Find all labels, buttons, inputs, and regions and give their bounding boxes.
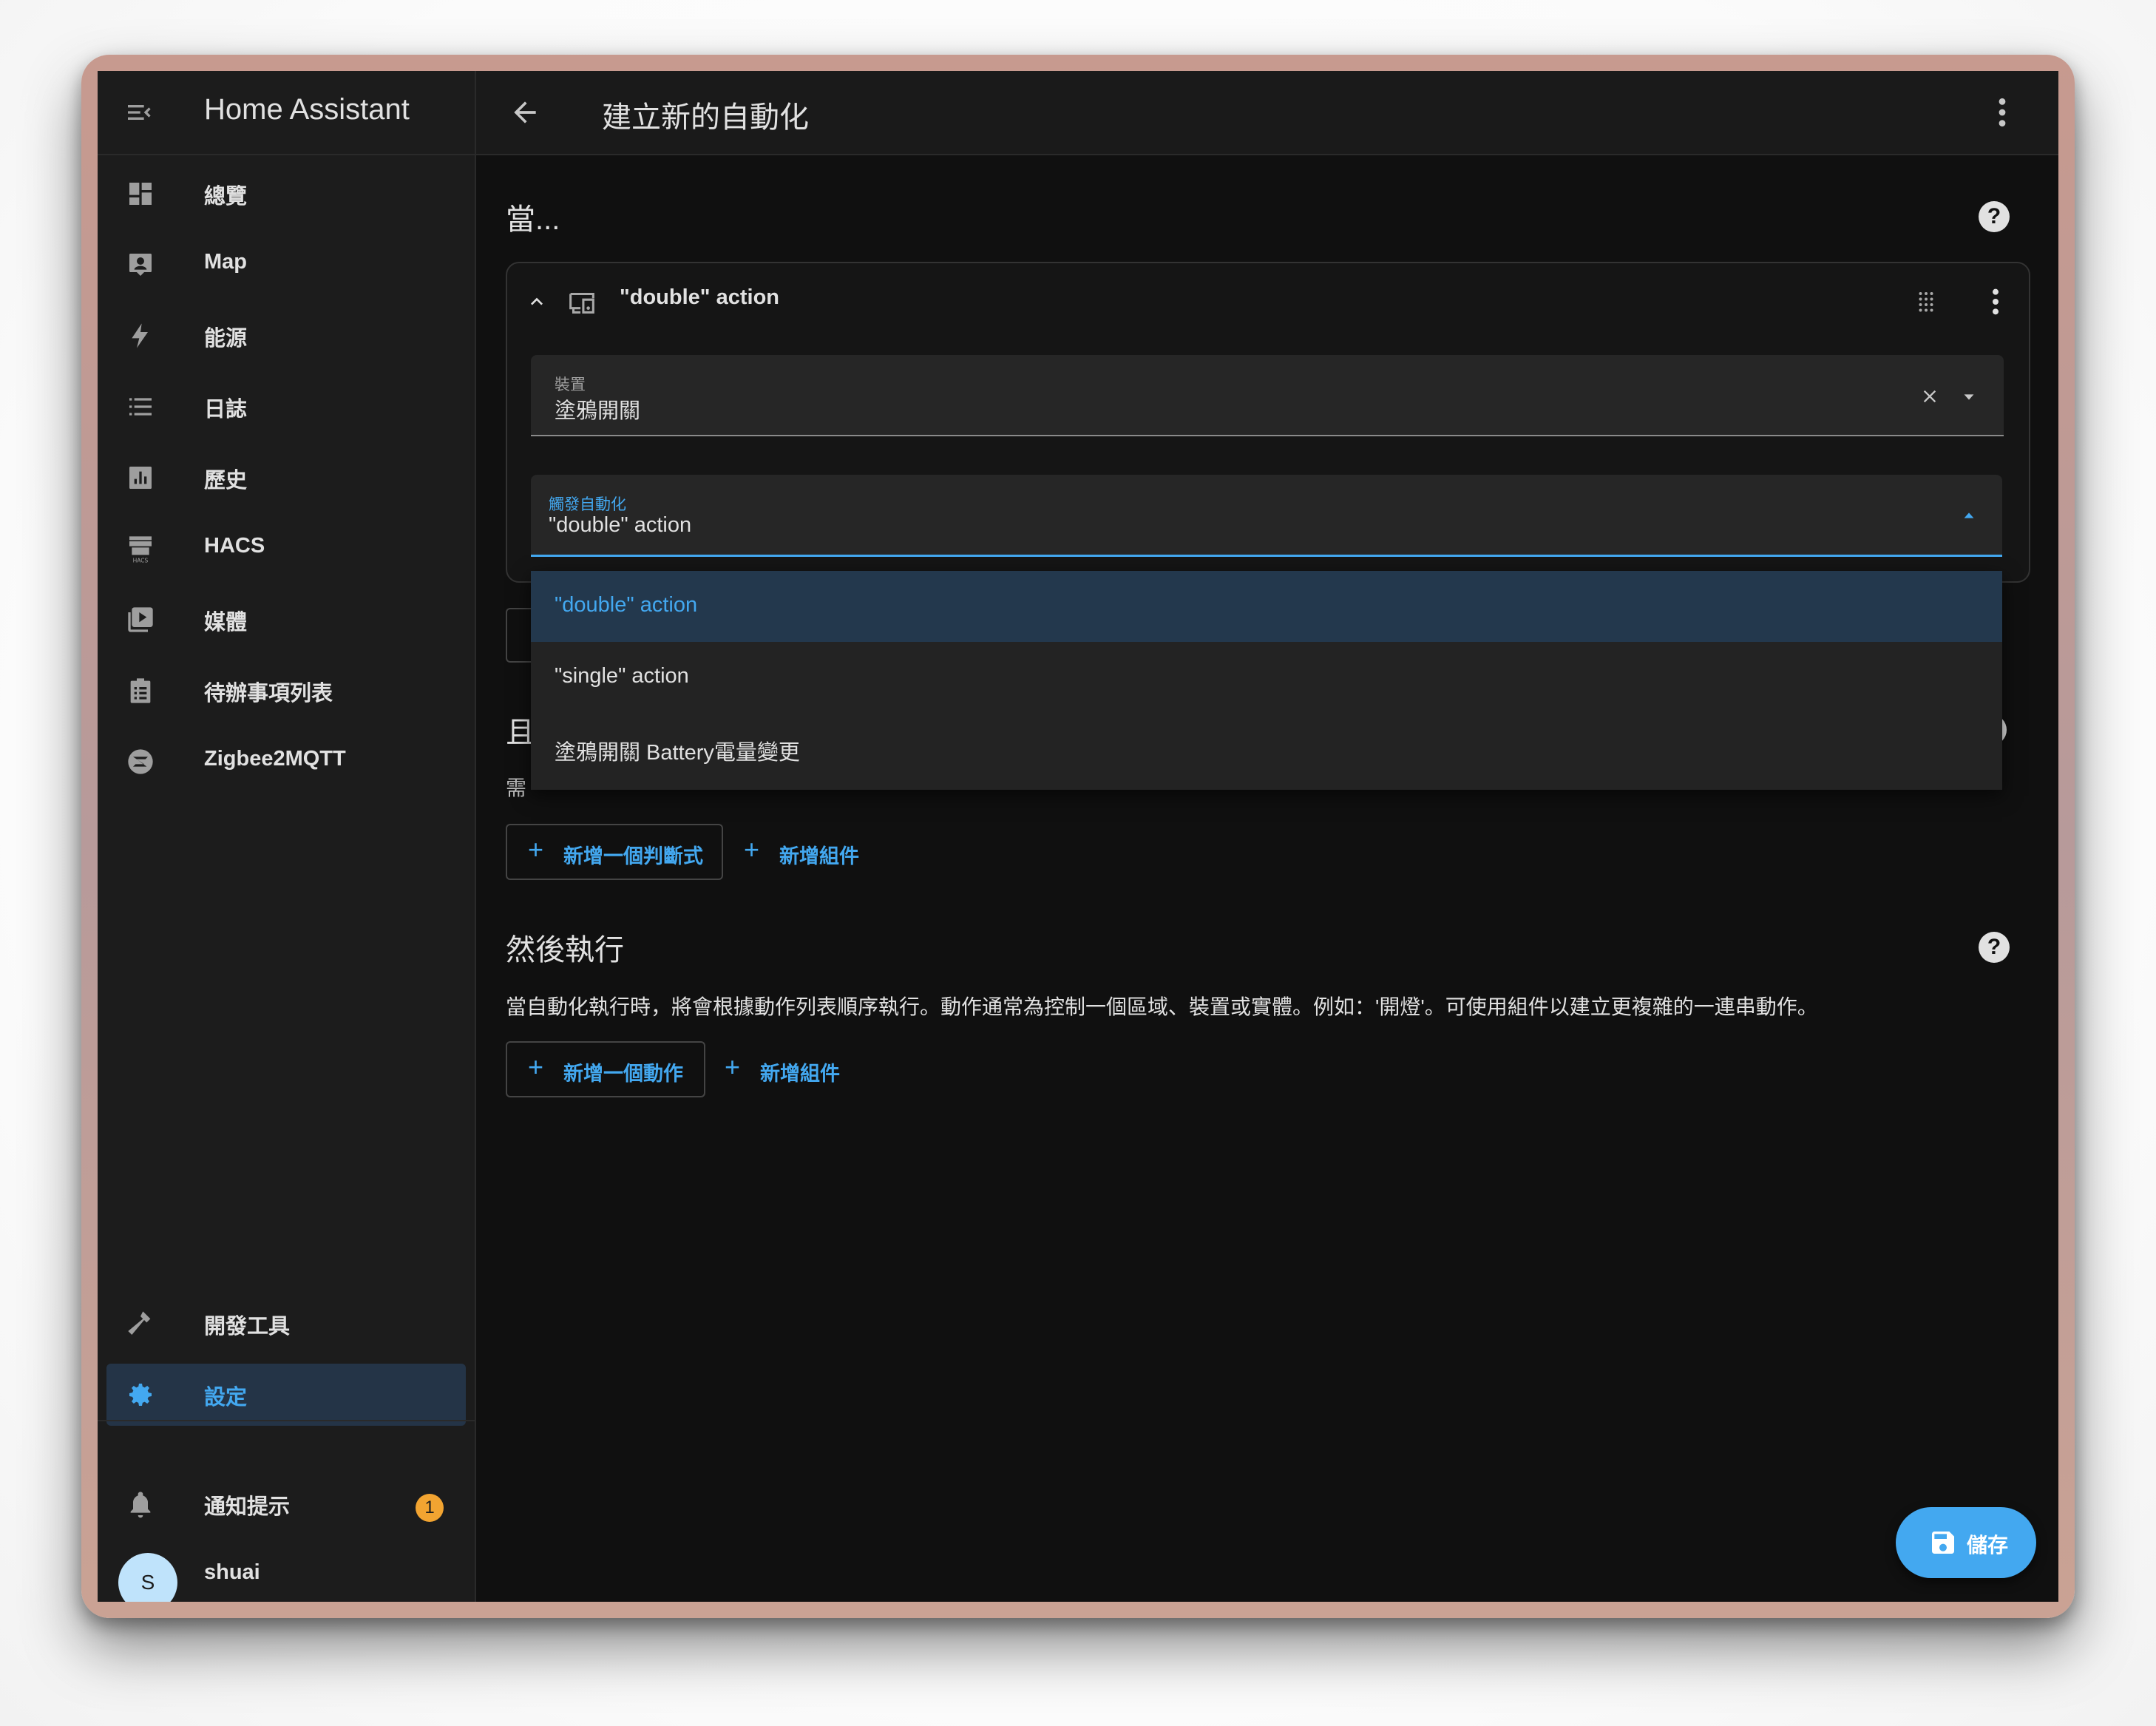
device-select-value: 塗鴉開關 xyxy=(555,399,641,423)
add-building-block-label: 新增組件 xyxy=(779,845,859,867)
dashboard-icon xyxy=(129,183,152,205)
sidebar-item-label: 總覽 xyxy=(204,185,248,209)
trigger-card-title: "double" action xyxy=(620,285,779,309)
sidebar-item-label: Map xyxy=(204,250,247,274)
add-condition-button[interactable]: + 新增一個判斷式 xyxy=(506,824,723,880)
more-vertical-icon[interactable] xyxy=(1996,96,2008,129)
sidebar-item-overview[interactable]: 總覽 xyxy=(106,163,466,225)
notification-badge: 1 xyxy=(416,1494,444,1522)
arrow-left-icon[interactable] xyxy=(509,96,541,129)
devices-icon xyxy=(569,292,594,314)
app-screen: Home Assistant 總覽 Map 能源 日誌 歷史 HACS HACS xyxy=(98,71,2058,1602)
sidebar-item-settings[interactable]: 設定 xyxy=(106,1364,466,1426)
add-condition-label: 新增一個判斷式 xyxy=(563,845,703,867)
close-icon[interactable] xyxy=(1919,386,1940,407)
more-vertical-icon[interactable] xyxy=(1990,287,2001,317)
add-building-block-button[interactable]: + 新增組件 xyxy=(722,1043,869,1096)
help-icon[interactable]: ? xyxy=(1979,201,2010,232)
gear-icon xyxy=(129,1384,152,1406)
device-select[interactable]: 裝置 塗鴉開關 xyxy=(531,355,2004,436)
media-play-icon xyxy=(128,607,153,632)
hacs-store-icon: HACS xyxy=(129,536,152,564)
sidebar-item-label: 日誌 xyxy=(204,398,248,422)
sidebar-item-label: 媒體 xyxy=(204,611,248,634)
sidebar-item-logbook[interactable]: 日誌 xyxy=(106,376,466,438)
svg-text:HACS: HACS xyxy=(133,557,149,564)
sidebar-item-map[interactable]: Map xyxy=(106,234,466,296)
sidebar-item-label: HACS xyxy=(204,534,265,558)
sidebar-item-user[interactable]: S shuai xyxy=(106,1544,466,1602)
sidebar-header: Home Assistant xyxy=(98,71,475,155)
add-action-button[interactable]: + 新增一個動作 xyxy=(506,1041,705,1097)
sidebar-item-label: 能源 xyxy=(204,327,248,351)
user-name: shuai xyxy=(204,1560,260,1584)
sidebar-item-label: 待辦事項列表 xyxy=(204,682,333,705)
sidebar-divider xyxy=(98,1420,475,1421)
sidebar-item-todo[interactable]: 待辦事項列表 xyxy=(106,660,466,722)
sidebar-item-label: 通知提示 xyxy=(204,1495,291,1519)
trigger-select-label: 觸發自動化 xyxy=(549,496,626,513)
dropdown-option[interactable]: 塗鴉開關 Battery電量變更 xyxy=(531,713,2002,784)
add-action-label: 新增一個動作 xyxy=(563,1063,683,1085)
dropdown-option[interactable]: "double" action xyxy=(531,571,2002,642)
trigger-select[interactable]: 觸發自動化 "double" action xyxy=(531,475,2002,557)
sidebar-item-label: 設定 xyxy=(204,1386,248,1409)
chevron-up-icon[interactable] xyxy=(525,290,549,314)
bell-icon xyxy=(130,1492,151,1518)
sidebar-item-label: Zigbee2MQTT xyxy=(204,747,346,771)
dropdown-option[interactable]: "single" action xyxy=(531,642,2002,713)
conditions-description: 需 xyxy=(506,776,527,799)
sidebar-item-energy[interactable]: 能源 xyxy=(106,305,466,367)
sidebar-item-media[interactable]: 媒體 xyxy=(106,589,466,651)
page-title: 建立新的自動化 xyxy=(602,101,809,134)
list-icon xyxy=(129,398,152,416)
save-label: 儲存 xyxy=(1967,1534,2009,1557)
device-select-label: 裝置 xyxy=(555,376,586,393)
add-building-block-button[interactable]: + 新增組件 xyxy=(741,825,889,879)
top-app-bar: 建立新的自動化 xyxy=(476,71,2058,155)
zigbee-icon xyxy=(128,749,153,774)
map-account-icon xyxy=(129,254,152,276)
sidebar-item-notifications[interactable]: 通知提示 1 xyxy=(106,1473,466,1535)
sidebar-item-zigbee2mqtt[interactable]: Zigbee2MQTT xyxy=(106,731,466,793)
menu-open-icon[interactable] xyxy=(124,98,154,127)
trigger-select-value: "double" action xyxy=(549,513,692,537)
sidebar: Home Assistant 總覽 Map 能源 日誌 歷史 HACS HACS xyxy=(98,71,476,1602)
save-button[interactable]: 儲存 xyxy=(1896,1507,2036,1578)
hammer-icon xyxy=(128,1311,151,1335)
app-title: Home Assistant xyxy=(204,93,410,126)
actions-heading: 然後執行 xyxy=(506,934,624,967)
avatar: S xyxy=(118,1553,177,1602)
triggers-heading: 當... xyxy=(506,203,560,236)
floppy-disk-icon xyxy=(1932,1532,1954,1554)
lightning-icon xyxy=(132,323,148,348)
sidebar-item-hacs[interactable]: HACS HACS xyxy=(106,518,466,580)
sidebar-item-history[interactable]: 歷史 xyxy=(106,447,466,509)
chart-box-icon xyxy=(129,467,152,489)
actions-description: 當自動化執行時，將會根據動作列表順序執行。動作通常為控制一個區域、裝置或實體。例… xyxy=(506,995,1818,1018)
clipboard-list-icon xyxy=(130,678,151,703)
sidebar-item-label: 開發工具 xyxy=(204,1315,291,1339)
chevron-up-icon[interactable] xyxy=(1961,507,1977,524)
sidebar-item-developer-tools[interactable]: 開發工具 xyxy=(106,1293,466,1355)
drag-handle-icon[interactable] xyxy=(1915,290,1937,312)
sidebar-item-label: 歷史 xyxy=(204,469,248,493)
chevron-down-icon[interactable] xyxy=(1961,389,1977,405)
help-icon[interactable]: ? xyxy=(1979,932,2010,963)
trigger-dropdown-menu: "double" action "single" action 塗鴉開關 Bat… xyxy=(531,571,2002,790)
add-building-block-label: 新增組件 xyxy=(760,1063,840,1085)
